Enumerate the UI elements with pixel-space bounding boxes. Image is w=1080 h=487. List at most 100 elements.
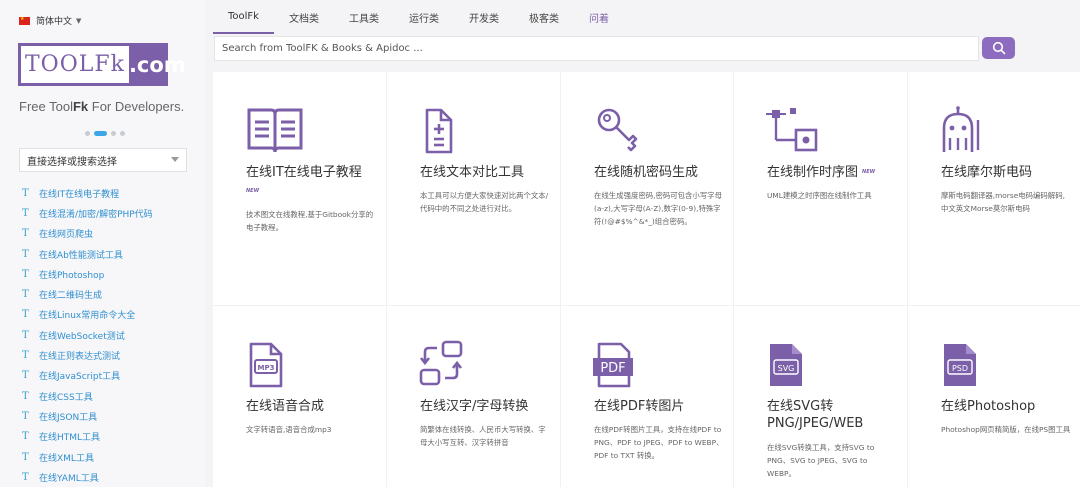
tool-select[interactable]: 直接选择或搜索选择 bbox=[19, 148, 187, 172]
sidebar-item[interactable]: T 在线网页爬虫 bbox=[22, 224, 153, 244]
sidebar-item[interactable]: T 在线WebSocket测试 bbox=[22, 325, 153, 345]
chevron-down-icon: ▼ bbox=[76, 16, 82, 25]
tab-ask[interactable]: 问着 bbox=[574, 0, 624, 34]
document-diff-icon bbox=[425, 108, 453, 154]
card-description: 本工具可以方便大家快速对比两个文本/代码中的不同之处进行对比。 bbox=[420, 191, 549, 213]
sidebar-item[interactable]: T 在线JavaScript工具 bbox=[22, 366, 153, 386]
carousel-dot[interactable] bbox=[120, 131, 125, 136]
svg-file-icon: SVG bbox=[770, 344, 802, 386]
sequence-diagram-icon bbox=[766, 108, 818, 152]
sidebar-item[interactable]: T 在线IT在线电子教程 bbox=[22, 183, 153, 203]
psd-file-icon: PSD bbox=[944, 344, 976, 386]
carousel-dots[interactable] bbox=[85, 131, 125, 136]
robot-icon bbox=[942, 106, 980, 152]
tool-card-password[interactable]: 在线随机密码生成 在线生成强度密码,密码可包含小写字母(a-z),大写字母(A-… bbox=[561, 72, 734, 305]
tool-card-svg[interactable]: SVG 在线SVG转PNG/JPEG/WEB 在线SVG转换工具，支持SVG t… bbox=[734, 306, 907, 487]
tab-run[interactable]: 运行类 bbox=[394, 0, 454, 34]
tool-card-grid: 在线IT在线电子教程 NEW 技术图文在线教程,基于Gitbook分享的电子教程… bbox=[213, 72, 1080, 487]
mp3-file-icon: MP3 bbox=[249, 342, 283, 388]
tool-card-ebook[interactable]: 在线IT在线电子教程 NEW 技术图文在线教程,基于Gitbook分享的电子教程… bbox=[213, 72, 386, 305]
top-nav: ToolFk 文档类 工具类 运行类 开发类 极客类 问着 bbox=[213, 0, 624, 34]
card-description: Photoshop网页精简版，在线PS图工具 bbox=[941, 425, 1071, 434]
toolfk-logo[interactable]: TOOLFk .com bbox=[18, 43, 186, 86]
card-description: 在线PDF转图片工具，支持在线PDF to PNG、PDF to JPEG、PD… bbox=[594, 425, 724, 460]
carousel-dot-active[interactable] bbox=[94, 131, 107, 136]
sidebar-item[interactable]: T 在线Photoshop bbox=[22, 264, 153, 284]
new-badge: NEW bbox=[246, 188, 260, 194]
logo-text-left: TOOLFk bbox=[21, 46, 129, 83]
tool-t-icon: T bbox=[22, 268, 29, 280]
card-description: 摩斯电码翻译器,morse电码编码解码,中文英文Morse莫尔斯电码 bbox=[941, 191, 1065, 213]
carousel-dot[interactable] bbox=[111, 131, 116, 136]
sidebar-item[interactable]: T 在线CSS工具 bbox=[22, 386, 153, 406]
book-icon bbox=[247, 108, 303, 153]
tool-t-icon: T bbox=[22, 410, 29, 422]
sidebar-item[interactable]: T 在线混淆/加密/解密PHP代码 bbox=[22, 203, 153, 223]
tool-card-tts[interactable]: MP3 在线语音合成 文字转语音,语音合成mp3 bbox=[213, 306, 386, 487]
pdf-file-icon: PDF bbox=[593, 342, 633, 388]
tool-t-icon: T bbox=[22, 228, 29, 240]
tab-toolfk[interactable]: ToolFk bbox=[213, 0, 274, 34]
language-label: 简体中文 bbox=[36, 17, 73, 27]
card-title: 在线汉字/字母转换 bbox=[420, 399, 529, 414]
card-title: 在线制作时序图 NEW bbox=[767, 165, 876, 180]
new-badge: NEW bbox=[862, 169, 876, 175]
svg-text:PSD: PSD bbox=[952, 364, 968, 373]
tool-t-icon: T bbox=[22, 309, 29, 321]
tool-card-morse[interactable]: 在线摩尔斯电码 摩斯电码翻译器,morse电码编码解码,中文英文Morse莫尔斯… bbox=[908, 72, 1080, 305]
tool-card-char-convert[interactable]: 在线汉字/字母转换 简繁体在线转换、人民币大写转换、字母大小写互转、汉字转拼音 bbox=[387, 306, 560, 487]
sidebar-item[interactable]: T 在线正则表达式测试 bbox=[22, 345, 153, 365]
tool-select-placeholder: 直接选择或搜索选择 bbox=[27, 156, 117, 168]
tool-t-icon: T bbox=[22, 471, 29, 483]
card-description: 在线生成强度密码,密码可包含小写字母(a-z),大写字母(A-Z),数字(0-9… bbox=[594, 191, 722, 226]
card-title: 在线IT在线电子教程 NEW bbox=[246, 164, 386, 200]
card-description: 文字转语音,语音合成mp3 bbox=[246, 425, 332, 434]
logo-text-right: .com bbox=[128, 52, 186, 77]
china-flag-icon bbox=[19, 16, 30, 25]
card-description: 技术图文在线教程,基于Gitbook分享的电子教程。 bbox=[246, 210, 374, 232]
tool-t-icon: T bbox=[22, 431, 29, 443]
tool-card-sequence[interactable]: 在线制作时序图 NEW UML建模之时序图在线制作工具 bbox=[734, 72, 907, 305]
card-description: 在线SVG转换工具，支持SVG to PNG、SVG to JPEG、SVG t… bbox=[767, 443, 875, 478]
tool-t-icon: T bbox=[22, 329, 29, 341]
sidebar-item[interactable]: T 在线Ab性能测试工具 bbox=[22, 244, 153, 264]
search-icon bbox=[992, 41, 1005, 55]
search-input[interactable]: Search from ToolFK & Books & Apidoc ... bbox=[214, 36, 979, 61]
tool-card-text-diff[interactable]: 在线文本对比工具 本工具可以方便大家快速对比两个文本/代码中的不同之处进行对比。 bbox=[387, 72, 560, 305]
search-button[interactable] bbox=[982, 37, 1015, 59]
tab-geek[interactable]: 极客类 bbox=[514, 0, 574, 34]
sidebar: 简体中文 ▼ TOOLFk .com Free ToolFk For Devel… bbox=[0, 0, 205, 487]
sidebar-item[interactable]: T 在线Linux常用命令大全 bbox=[22, 305, 153, 325]
card-description: 简繁体在线转换、人民币大写转换、字母大小写互转、汉字转拼音 bbox=[420, 425, 546, 447]
tool-t-icon: T bbox=[22, 289, 29, 301]
card-title: 在线摩尔斯电码 bbox=[941, 165, 1033, 180]
sidebar-item[interactable]: T 在线HTML工具 bbox=[22, 427, 153, 447]
sidebar-item[interactable]: T 在线YAML工具 bbox=[22, 467, 153, 487]
tool-t-icon: T bbox=[22, 390, 29, 402]
card-description: UML建模之时序图在线制作工具 bbox=[767, 191, 872, 200]
card-title: 在线文本对比工具 bbox=[420, 165, 525, 180]
carousel-dot[interactable] bbox=[85, 131, 90, 136]
chevron-down-icon bbox=[171, 157, 179, 162]
svg-text:PDF: PDF bbox=[600, 361, 625, 376]
card-title: 在线PDF转图片 bbox=[594, 399, 685, 414]
card-title: 在线Photoshop bbox=[941, 399, 1036, 414]
sidebar-item[interactable]: T 在线二维码生成 bbox=[22, 284, 153, 304]
sidebar-item[interactable]: T 在线JSON工具 bbox=[22, 406, 153, 426]
tab-tools[interactable]: 工具类 bbox=[334, 0, 394, 34]
card-title: 在线SVG转PNG/JPEG/WEB bbox=[767, 399, 864, 431]
tool-card-pdf[interactable]: PDF 在线PDF转图片 在线PDF转图片工具，支持在线PDF to PNG、P… bbox=[561, 306, 734, 487]
tab-dev[interactable]: 开发类 bbox=[454, 0, 514, 34]
tab-docs[interactable]: 文档类 bbox=[274, 0, 334, 34]
sidebar-tool-list: T 在线IT在线电子教程 T 在线混淆/加密/解密PHP代码 T 在线网页爬虫 T 在线… bbox=[22, 183, 153, 487]
tool-t-icon: T bbox=[22, 370, 29, 382]
svg-text:MP3: MP3 bbox=[258, 364, 275, 372]
tool-t-icon: T bbox=[22, 248, 29, 260]
search-placeholder: Search from ToolFK & Books & Apidoc ... bbox=[222, 43, 423, 54]
tool-card-photoshop[interactable]: PSD 在线Photoshop Photoshop网页精简版，在线PS图工具 bbox=[908, 306, 1080, 487]
language-selector[interactable]: 简体中文 ▼ bbox=[19, 14, 81, 27]
card-title: 在线语音合成 bbox=[246, 399, 325, 414]
tool-t-icon: T bbox=[22, 207, 29, 219]
sidebar-item[interactable]: T 在线XML工具 bbox=[22, 447, 153, 467]
card-title: 在线随机密码生成 bbox=[594, 165, 699, 180]
